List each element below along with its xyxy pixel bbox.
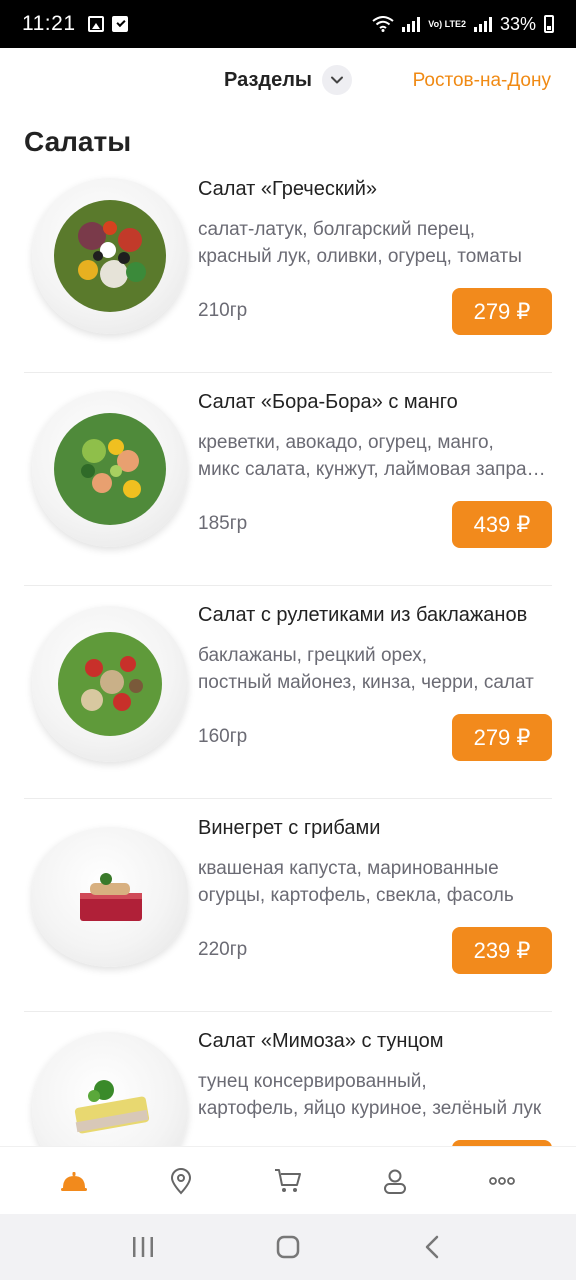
product-weight: 160гр: [198, 726, 248, 747]
product-description-line: красный лук, оливки, огурец, томаты: [198, 246, 522, 267]
product-name: Салат с рулетиками из баклажанов: [198, 604, 528, 626]
back-icon: [426, 1235, 439, 1259]
product-description: квашеная капуста, маринованные огурцы, к…: [198, 855, 552, 909]
product-description-line: микс салата, кунжут, лаймовая заправка: [198, 459, 552, 480]
system-nav-bar: [0, 1214, 576, 1280]
tab-more[interactable]: [472, 1153, 532, 1209]
product-image-eggplant-salad: [32, 606, 188, 762]
home-button[interactable]: [258, 1222, 318, 1272]
product-description-line: квашеная капуста, маринованные: [198, 858, 499, 879]
tab-cart[interactable]: [258, 1153, 318, 1209]
menu-bell-icon: [60, 1171, 87, 1191]
product-card[interactable]: Салат «Бора-Бора» с манго креветки, авок…: [24, 373, 552, 586]
product-description-line: картофель, яйцо куриное, зелёный лук: [198, 1098, 542, 1119]
recent-apps-button[interactable]: [113, 1222, 173, 1272]
signal-icon: [402, 16, 421, 32]
product-description-line: постный майонез, кинза, черри, салат: [198, 672, 534, 693]
price-button[interactable]: 439 ₽: [452, 501, 552, 548]
tab-profile[interactable]: [365, 1153, 425, 1209]
status-notification-icons: [87, 16, 128, 32]
product-image-mimosa-salad: [32, 1032, 188, 1146]
screen: 11:21 Vo) LTE2 33% Разделы Ростов-на-Дон…: [0, 0, 576, 1280]
product-description-line: баклажаны, грецкий орех,: [198, 645, 428, 666]
section-title: Салаты: [24, 126, 132, 157]
product-description: тунец консервированный, картофель, яйцо …: [198, 1068, 552, 1122]
status-right: Vo) LTE2 33%: [372, 14, 554, 35]
product-name: Салат «Бора-Бора» с манго: [198, 391, 458, 413]
cart-icon: [274, 1168, 301, 1192]
product-description: баклажаны, грецкий орех, постный майонез…: [198, 642, 552, 696]
network-label: Vo) LTE2: [428, 18, 466, 29]
price-button[interactable]: 239 ₽: [452, 927, 552, 974]
check-box-icon: [111, 16, 128, 32]
product-description: салат-латук, болгарский перец, красный л…: [198, 216, 552, 270]
product-name: Салат «Греческий»: [198, 178, 378, 200]
recent-apps-icon: [132, 1237, 153, 1257]
bottom-tab-bar: [0, 1146, 576, 1214]
home-icon: [276, 1235, 300, 1259]
product-card[interactable]: Винегрет с грибами квашеная капуста, мар…: [24, 799, 552, 1012]
product-weight: 220гр: [198, 939, 248, 960]
product-card[interactable]: Салат «Мимоза» с тунцом тунец консервиро…: [24, 1012, 552, 1146]
signal-icon-2: [473, 16, 492, 32]
product-description: креветки, авокадо, огурец, манго, микс с…: [198, 429, 552, 483]
profile-icon: [384, 1169, 407, 1194]
price-button[interactable]: 279 ₽: [452, 288, 552, 335]
more-icon: [489, 1176, 516, 1185]
product-image-bora-bora-salad: [32, 391, 188, 547]
header: Разделы Ростов-на-Дону: [0, 48, 576, 116]
tab-menu[interactable]: [44, 1153, 104, 1209]
sections-dropdown[interactable]: Разделы: [224, 65, 352, 95]
sections-label: Разделы: [224, 68, 312, 91]
battery-percent: 33%: [499, 13, 536, 34]
product-name: Салат «Мимоза» с тунцом: [198, 1030, 444, 1052]
product-list: Салат «Греческий» салат-латук, болгарски…: [0, 160, 576, 1146]
location-pin-icon: [170, 1167, 191, 1194]
product-image-vinaigrette: [32, 827, 188, 967]
chevron-down-icon: [322, 65, 352, 95]
image-icon: [87, 16, 104, 32]
product-description-line: креветки, авокадо, огурец, манго,: [198, 432, 494, 453]
product-description-line: салат-латук, болгарский перец,: [198, 219, 476, 240]
product-name: Винегрет с грибами: [198, 817, 381, 839]
product-description-line: огурцы, картофель, свекла, фасоль: [198, 885, 514, 906]
product-weight: 210гр: [198, 300, 248, 321]
tab-addresses[interactable]: [151, 1153, 211, 1209]
price-button[interactable]: 279 ₽: [452, 714, 552, 761]
product-description-line: тунец консервированный,: [198, 1071, 427, 1092]
product-card[interactable]: Салат «Греческий» салат-латук, болгарски…: [24, 160, 552, 373]
product-image-greek-salad: [32, 178, 188, 334]
back-button[interactable]: [403, 1222, 463, 1272]
product-card[interactable]: Салат с рулетиками из баклажанов баклажа…: [24, 586, 552, 799]
battery-icon: [544, 15, 554, 33]
city-selector[interactable]: Ростов-на-Дону: [413, 70, 551, 92]
status-bar: 11:21 Vo) LTE2 33%: [0, 0, 576, 48]
product-weight: 185гр: [198, 513, 248, 534]
status-time: 11:21: [22, 12, 76, 35]
wifi-icon: [372, 16, 394, 32]
